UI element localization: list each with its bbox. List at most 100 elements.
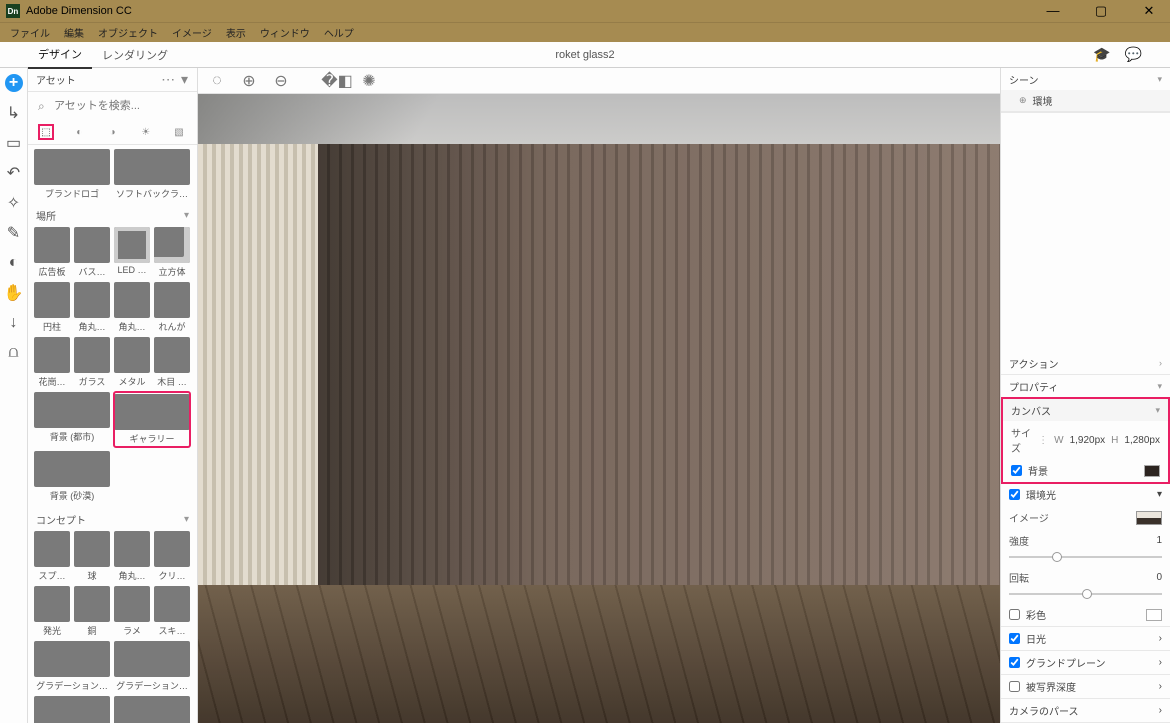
chevron-right-icon: › bbox=[1159, 705, 1162, 716]
colorize-checkbox[interactable] bbox=[1009, 609, 1020, 620]
asset-board[interactable]: 広告板 bbox=[34, 227, 70, 278]
dof-checkbox[interactable] bbox=[1009, 681, 1020, 692]
cat-images-icon[interactable]: ▧ bbox=[171, 124, 187, 140]
minimize-button[interactable]: ― bbox=[1038, 3, 1068, 19]
canvas-section-header[interactable]: カンバス▾ bbox=[1003, 399, 1168, 421]
menu-image[interactable]: イメージ bbox=[166, 25, 218, 40]
height-value[interactable]: 1,280px bbox=[1124, 435, 1160, 446]
sunlight-row[interactable]: 日光 › bbox=[1001, 627, 1170, 650]
env-image-swatch[interactable] bbox=[1136, 511, 1162, 525]
asset-ski[interactable]: スキ… bbox=[154, 586, 190, 637]
asset-sphere[interactable]: 球 bbox=[74, 531, 110, 582]
asset-options-icon[interactable]: ⋯ ▾ bbox=[161, 71, 189, 88]
asset-brick[interactable]: れんが bbox=[154, 282, 190, 333]
image-settings-icon[interactable]: �◧ bbox=[328, 72, 346, 90]
asset-category-tabs: ⬚ ◐ ◑ ☀ ▧ bbox=[28, 120, 197, 145]
canvas-viewport[interactable] bbox=[198, 94, 1000, 723]
property-panel-header[interactable]: プロパティ▾ bbox=[1001, 375, 1170, 397]
learn-icon[interactable]: 🎓 bbox=[1093, 46, 1110, 63]
asset-spoon[interactable]: スプ… bbox=[34, 531, 70, 582]
asset-granite[interactable]: 花崗… bbox=[34, 337, 70, 388]
asset-scroll[interactable]: ブランドロゴ ソフトバックラ… 場所▾ 広告板 バス… LED … 立方体 円柱… bbox=[28, 145, 197, 723]
add-tool[interactable]: + bbox=[5, 74, 23, 92]
remove-selection-icon[interactable]: ⊖ bbox=[272, 72, 290, 90]
cat-materials-icon[interactable]: ◐ bbox=[71, 124, 87, 140]
rotation-slider[interactable] bbox=[1001, 585, 1170, 603]
crop-tool[interactable]: ▭ bbox=[5, 134, 23, 152]
scene-item-environment[interactable]: 環境 bbox=[1001, 90, 1170, 112]
asset-copper[interactable]: 銅 bbox=[74, 586, 110, 637]
menu-window[interactable]: ウィンドウ bbox=[254, 25, 316, 40]
asset-glass[interactable]: ガラス bbox=[74, 337, 110, 388]
intensity-value[interactable]: 1 bbox=[1156, 535, 1162, 546]
asset-gallery[interactable]: ギャラリー bbox=[114, 392, 190, 447]
background-row: 背景 bbox=[1003, 459, 1168, 482]
asset-cylinder[interactable]: 円柱 bbox=[34, 282, 70, 333]
asset-round-cube[interactable]: 角丸… bbox=[114, 531, 150, 582]
asset-abstract-1[interactable] bbox=[34, 696, 110, 723]
close-button[interactable]: ✕ bbox=[1134, 3, 1164, 19]
chevron-right-icon: › bbox=[1159, 657, 1162, 668]
asset-bus[interactable]: バス… bbox=[74, 227, 110, 278]
groundplane-checkbox[interactable] bbox=[1009, 657, 1020, 668]
background-swatch[interactable] bbox=[1144, 465, 1160, 477]
section-concept[interactable]: コンセプト▾ bbox=[34, 508, 191, 531]
ground-plane-row[interactable]: グランドプレーン › bbox=[1001, 651, 1170, 674]
asset-glow[interactable]: 発光 bbox=[34, 586, 70, 637]
cat-environments-icon[interactable]: ☀ bbox=[138, 124, 154, 140]
asset-bg-desert[interactable]: 背景 (砂漠) bbox=[34, 451, 110, 502]
pan-tool[interactable]: ✋ bbox=[5, 284, 23, 302]
orbit-tool[interactable]: ◐ bbox=[5, 254, 23, 272]
add-selection-icon[interactable]: ⊕ bbox=[240, 72, 258, 90]
asset-lame[interactable]: ラメ bbox=[114, 586, 150, 637]
background-checkbox[interactable] bbox=[1011, 465, 1022, 476]
asset-soft-backlight[interactable]: ソフトバックラ… bbox=[114, 149, 190, 200]
tab-render[interactable]: レンダリング bbox=[92, 42, 178, 68]
eyedropper-tool[interactable]: ✎ bbox=[5, 224, 23, 242]
asset-gradient-2[interactable]: グラデーション… bbox=[114, 641, 190, 692]
link-icon[interactable]: ⋮ bbox=[1038, 435, 1048, 446]
dof-row[interactable]: 被写界深度 › bbox=[1001, 675, 1170, 698]
env-light-row[interactable]: 環境光 ▾ bbox=[1001, 483, 1170, 506]
asset-wood[interactable]: 木目 … bbox=[154, 337, 190, 388]
action-panel-header[interactable]: アクション› bbox=[1001, 352, 1170, 374]
colorize-swatch[interactable] bbox=[1146, 609, 1162, 621]
asset-search-input[interactable] bbox=[36, 96, 189, 116]
undo-tool[interactable]: ↶ bbox=[5, 164, 23, 182]
wand-tool[interactable]: ✧ bbox=[5, 194, 23, 212]
effects-icon[interactable]: ✺ bbox=[360, 72, 378, 90]
menu-help[interactable]: ヘルプ bbox=[318, 25, 360, 40]
menu-edit[interactable]: 編集 bbox=[58, 25, 90, 40]
asset-metal[interactable]: メタル bbox=[114, 337, 150, 388]
cat-lights-icon[interactable]: ◑ bbox=[105, 124, 121, 140]
maximize-button[interactable]: ▢ bbox=[1086, 3, 1116, 19]
menu-file[interactable]: ファイル bbox=[4, 25, 56, 40]
dolly-tool[interactable]: ↓ bbox=[5, 314, 23, 332]
intensity-slider[interactable] bbox=[1001, 548, 1170, 566]
asset-abstract-2[interactable] bbox=[114, 696, 190, 723]
cat-models-icon[interactable]: ⬚ bbox=[38, 124, 54, 140]
horizon-tool[interactable]: ⩍ bbox=[5, 344, 23, 362]
envlight-checkbox[interactable] bbox=[1009, 489, 1020, 500]
asset-bg-city[interactable]: 背景 (都市) bbox=[34, 392, 110, 447]
menu-view[interactable]: 表示 bbox=[220, 25, 252, 40]
asset-round-cyl-2[interactable]: 角丸… bbox=[114, 282, 150, 333]
asset-round-cyl-1[interactable]: 角丸… bbox=[74, 282, 110, 333]
asset-gradient-1[interactable]: グラデーション… bbox=[34, 641, 110, 692]
width-value[interactable]: 1,920px bbox=[1070, 435, 1106, 446]
scene-panel-header[interactable]: シーン▾ bbox=[1001, 68, 1170, 90]
feedback-icon[interactable]: 💬 bbox=[1125, 46, 1142, 63]
chevron-right-icon: › bbox=[1159, 681, 1162, 692]
menu-object[interactable]: オブジェクト bbox=[92, 25, 164, 40]
select-mode-icon[interactable]: ◌ bbox=[208, 72, 226, 90]
select-tool[interactable]: ↳ bbox=[5, 104, 23, 122]
asset-cream[interactable]: クリ… bbox=[154, 531, 190, 582]
sunlight-checkbox[interactable] bbox=[1009, 633, 1020, 644]
section-places[interactable]: 場所▾ bbox=[34, 204, 191, 227]
asset-brand-logo[interactable]: ブランドロゴ bbox=[34, 149, 110, 200]
tab-design[interactable]: デザイン bbox=[28, 41, 92, 69]
rotation-value[interactable]: 0 bbox=[1156, 572, 1162, 583]
asset-cube[interactable]: 立方体 bbox=[154, 227, 190, 278]
asset-led[interactable]: LED … bbox=[114, 227, 150, 278]
camera-persp-row[interactable]: カメラのパース › bbox=[1001, 699, 1170, 722]
